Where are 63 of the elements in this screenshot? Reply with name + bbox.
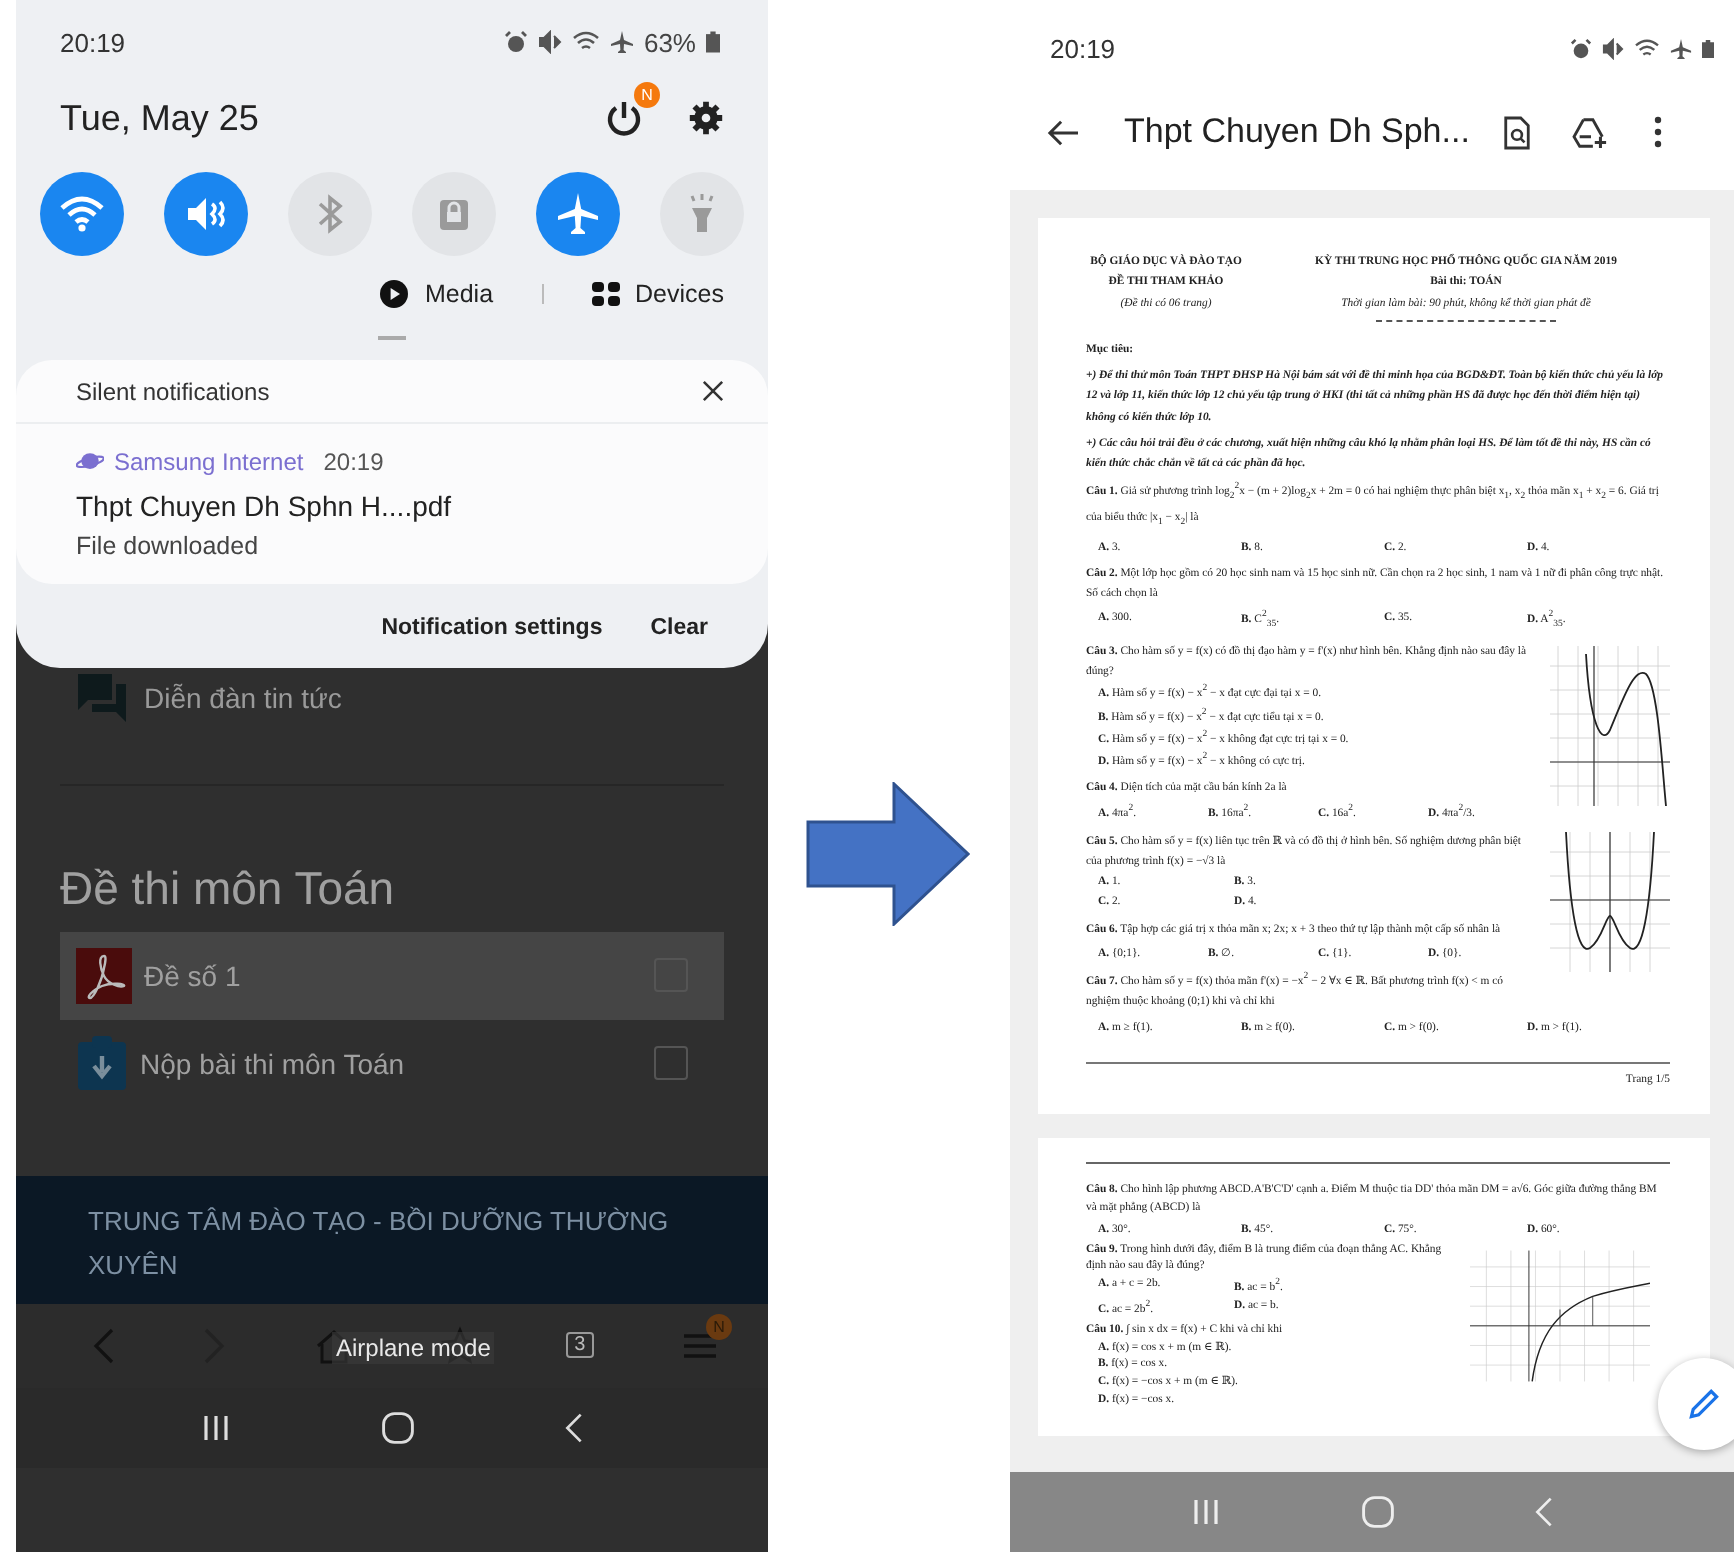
course-item[interactable]: Nộp bài thi môn Toán <box>60 1019 724 1107</box>
date-label: Tue, May 25 <box>60 97 259 139</box>
airplane-icon <box>554 190 602 238</box>
drive-add-icon[interactable] <box>1571 115 1610 149</box>
power-icon[interactable] <box>604 98 644 138</box>
notification-message: File downloaded <box>76 531 261 559</box>
toast-message: Airplane mode <box>332 1331 495 1363</box>
airplane-toggle[interactable] <box>536 172 620 256</box>
notification-action[interactable]: Notification settings <box>381 611 603 643</box>
item-label: Nộp bài thi môn Toán <box>140 1047 407 1079</box>
airplane-icon <box>609 30 634 54</box>
grid-icon <box>591 280 620 308</box>
battery-icon <box>1702 37 1714 59</box>
right-arrow-icon <box>806 782 970 926</box>
pencil-icon <box>1686 1386 1722 1422</box>
back-arrow-icon[interactable] <box>1046 117 1080 147</box>
alarm-icon <box>503 30 528 54</box>
close-icon[interactable] <box>702 380 724 402</box>
wifi-icon <box>1634 37 1660 59</box>
wifi-icon <box>571 30 600 54</box>
notification-time: 20:19 <box>323 447 384 475</box>
wifi-toggle[interactable] <box>40 172 124 256</box>
battery-icon <box>706 30 720 54</box>
battery-percentage: 63% <box>643 27 696 57</box>
recent-apps-icon[interactable] <box>200 1411 232 1443</box>
tabs-button[interactable]: 3 <box>566 1332 594 1358</box>
notification-action[interactable]: Clear <box>650 611 708 643</box>
menu-icon[interactable] <box>679 1329 720 1361</box>
planet-icon <box>76 450 104 472</box>
update-badge: N <box>634 82 660 108</box>
notification[interactable]: Samsung Internet 20:19 Thpt Chuyen Dh Sphn H....pdf File downloaded <box>16 423 768 583</box>
app-name: Samsung Internet <box>114 447 304 475</box>
course-item[interactable]: Đề số 1 <box>60 931 724 1019</box>
footer-text: TRUNG TÂM ĐÀO TẠO - BỒI DƯỠNG THƯỜNG XUYÊN <box>88 1205 669 1279</box>
play-icon <box>380 280 409 308</box>
forum-link[interactable]: Diễn đàn tin tức <box>144 681 342 713</box>
media-button[interactable]: Media <box>380 276 494 312</box>
mute-toggle[interactable] <box>164 172 248 256</box>
notification-group-title: Silent notifications <box>76 377 270 405</box>
alarm-icon <box>1570 37 1592 59</box>
checkbox[interactable] <box>654 1046 688 1080</box>
home-button-icon[interactable] <box>380 1409 416 1445</box>
airplane-icon <box>1670 37 1692 59</box>
settings-icon[interactable] <box>688 100 724 136</box>
menu-badge: N <box>705 1313 732 1339</box>
notification-title: Thpt Chuyen Dh Sphn H....pdf <box>76 489 454 521</box>
bluetooth-toggle[interactable] <box>288 172 372 256</box>
item-label: Đề số 1 <box>144 959 243 991</box>
section-title: Đề thi môn Toán <box>58 859 397 917</box>
mute-icon <box>1602 37 1624 59</box>
flashlight-toggle[interactable] <box>660 172 744 256</box>
more-options-icon[interactable] <box>1653 116 1662 148</box>
find-in-document-icon[interactable] <box>1501 115 1532 149</box>
document-title: Thpt Chuyen Dh Sph... <box>1124 112 1470 152</box>
devices-button[interactable]: Devices <box>591 276 724 312</box>
status-time: 20:19 <box>1050 33 1116 63</box>
graph-drawing <box>1550 831 1670 972</box>
status-time: 20:19 <box>60 27 126 57</box>
lock-toggle[interactable] <box>412 172 496 256</box>
pdf-icon <box>76 947 132 1003</box>
clipboard-icon <box>76 1035 128 1091</box>
mute-icon <box>537 30 562 54</box>
edit-button[interactable] <box>1658 1358 1734 1450</box>
